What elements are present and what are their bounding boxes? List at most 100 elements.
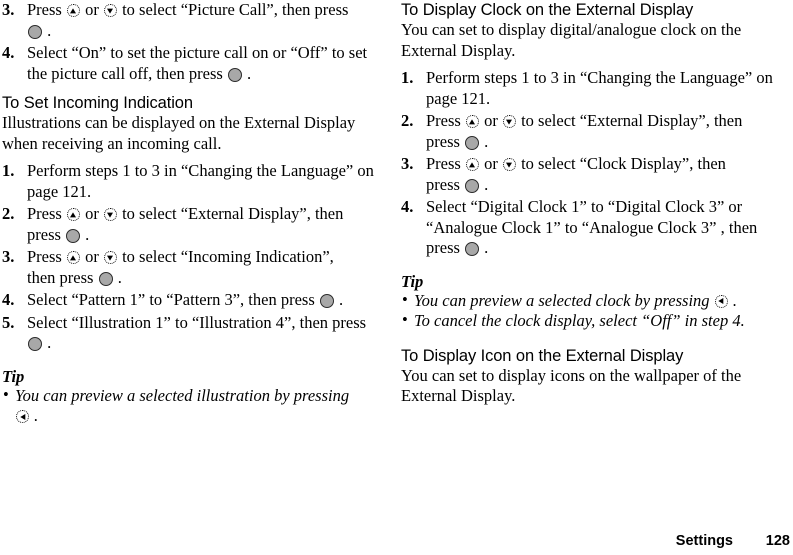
text-line: To cancel the clock display, select “Off… (414, 311, 745, 330)
text-line: press . (426, 174, 489, 194)
center-select-key-icon (465, 135, 480, 150)
nav-down-key-icon (103, 251, 117, 264)
tip-bullet-icon: • (3, 384, 9, 404)
section-heading-display-icon: To Display Icon on the External Display (401, 346, 684, 365)
section-heading-incoming-indication: To Set Incoming Indication (2, 94, 193, 112)
text-line: press . (27, 224, 90, 244)
text-line: Press or to select “External Display”, t… (27, 204, 344, 223)
down-triangle-glyph (506, 119, 513, 125)
center-select-key-icon (465, 178, 480, 193)
text-line: “Analogue Clock 1” to “Analogue Clock 3”… (426, 217, 758, 237)
step-number: 2. (2, 204, 15, 223)
nav-left-key-icon (16, 410, 29, 423)
tip-item: • You can preview a selected clock by pre… (401, 289, 777, 312)
step-item: 3. Press or to select “Incoming Indicatio… (2, 247, 378, 288)
up-triangle-glyph (70, 254, 77, 260)
step-item: 1. Perform steps 1 to 3 in “Changing the … (401, 68, 777, 109)
nav-up-key-icon (66, 208, 80, 221)
step-number: 1. (2, 161, 15, 180)
step-item: 1. Perform steps 1 to 3 in “Changing the … (2, 161, 378, 202)
intro-incoming-indication: Illustrations can be displayed on the Ex… (2, 113, 356, 153)
section-heading-display-clock: To Display Clock on the External Display (401, 1, 694, 19)
text-line: Select “Pattern 1” to “Pattern 3”, then … (27, 290, 344, 309)
text-line: You can preview a selected clock by pres… (414, 290, 737, 310)
tip-bullet-icon: • (402, 310, 408, 329)
step-number: 2. (401, 111, 414, 130)
text-line: Press or to select “External Display”, t… (426, 111, 743, 130)
step-item: 5. Select “Illustration 1” to “Illustrati… (2, 313, 378, 354)
text-line: Press or to select “Clock Display”, then (426, 154, 726, 173)
center-select-key-icon (465, 242, 480, 256)
up-triangle-glyph (70, 7, 77, 13)
tip-bullet-icon: • (402, 289, 408, 309)
text-line: then press . (27, 267, 122, 287)
center-select-key-icon (98, 271, 113, 286)
text-line: Perform steps 1 to 3 in “Changing the La… (426, 68, 773, 87)
down-triangle-glyph (506, 162, 513, 168)
left-triangle-glyph (19, 413, 25, 420)
step-number: 4. (2, 43, 15, 62)
center-select-key-icon (28, 337, 42, 351)
text-line: Select “Illustration 1” to “Illustration… (27, 312, 367, 332)
intro-display-icon: You can set to display icons on the wall… (401, 365, 742, 406)
step-item: 3. Press or to select “Picture Call”, the… (2, 0, 378, 41)
step-number: 3. (2, 247, 15, 266)
tip-list-left: • You can preview a selected illustration… (2, 384, 378, 427)
left-column: 3. Press or to select “Picture Call”, the… (2, 0, 378, 427)
left-continued-steps: 3. Press or to select “Picture Call”, the… (2, 0, 378, 84)
text-line: . (27, 333, 378, 354)
footer-page-number: 128 (765, 533, 790, 549)
right-column: To Display Clock on the External Display… (401, 0, 777, 407)
text-line: Press or to select “Picture Call”, then … (27, 0, 349, 19)
text-line: Perform steps 1 to 3 in “Changing the La… (27, 161, 374, 180)
step-number: 4. (401, 197, 414, 216)
text-line: Press or to select “Incoming Indication”… (27, 247, 334, 266)
center-select-key-icon (319, 294, 334, 308)
step-number: 5. (2, 312, 15, 332)
nav-up-key-icon (465, 115, 479, 128)
page-footer: Settings 128 (0, 529, 793, 549)
center-select-key-icon (28, 24, 42, 39)
nav-up-key-icon (465, 158, 479, 171)
text-line: Select “On” to set the picture call on o… (27, 43, 368, 62)
text-line: page 121. (27, 181, 92, 201)
text-line: the picture call off, then press . (27, 63, 252, 83)
nav-up-key-icon (66, 251, 80, 264)
nav-left-key-icon (714, 294, 728, 308)
text-line: . (27, 21, 378, 42)
text-line: press . (426, 131, 489, 151)
center-select-key-icon (227, 67, 242, 82)
manual-page: 3. Press or to select “Picture Call”, the… (0, 0, 793, 555)
tip-heading-left: Tip (2, 366, 25, 386)
nav-down-key-icon (502, 158, 516, 171)
step-item: 3. Press or to select “Clock Display”, th… (401, 154, 777, 195)
up-triangle-glyph (469, 118, 476, 124)
step-item: 4. Select “Pattern 1” to “Pattern 3”, the… (2, 290, 378, 311)
text-line: . (15, 406, 378, 427)
down-triangle-glyph (107, 212, 114, 218)
step-item: 4. Select “On” to set the picture call on… (2, 43, 378, 84)
tip-item: • You can preview a selected illustration… (2, 384, 378, 427)
step-item: 2. Press or to select “External Display”,… (2, 204, 378, 245)
step-number: 4. (2, 290, 15, 309)
left-steps-list: 1. Perform steps 1 to 3 in “Changing the … (2, 161, 378, 354)
intro-display-clock: You can set to display digital/analogue … (401, 20, 742, 60)
step-number: 1. (401, 68, 414, 87)
up-triangle-glyph (70, 211, 77, 217)
step-item: 2. Press or to select “External Display”,… (401, 111, 777, 152)
text-line: Select “Digital Clock 1” to “Digital Clo… (426, 197, 743, 216)
up-triangle-glyph (469, 161, 476, 167)
text-line: press . (426, 238, 489, 257)
nav-up-key-icon (66, 4, 80, 17)
tip-heading-right: Tip (401, 271, 424, 291)
text-line: You can preview a selected illustration … (15, 385, 350, 405)
tip-item: • To cancel the clock display, select “Of… (401, 310, 777, 332)
nav-down-key-icon (502, 115, 516, 128)
step-number: 3. (2, 0, 15, 19)
down-triangle-glyph (107, 8, 114, 14)
right-steps-list: 1. Perform steps 1 to 3 in “Changing the … (401, 68, 777, 259)
center-select-key-icon (66, 228, 81, 243)
tip-list-right: • You can preview a selected clock by pre… (401, 289, 777, 332)
footer-chapter-name: Settings (675, 533, 733, 549)
nav-down-key-icon (103, 208, 117, 221)
